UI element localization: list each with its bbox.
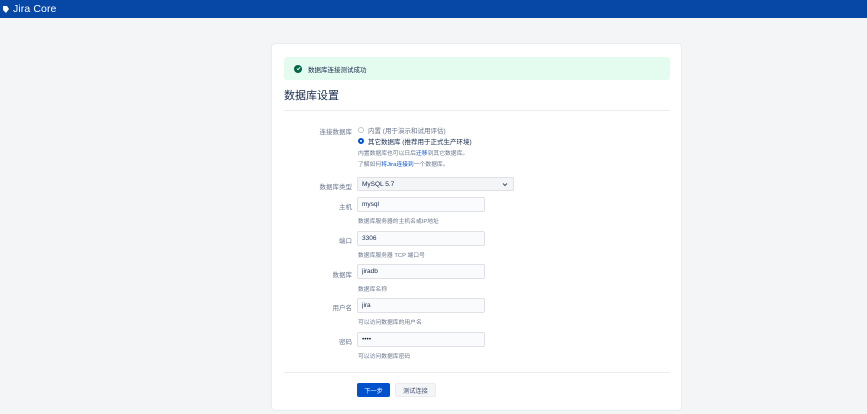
db-type-value: MySQL 5.7 (362, 180, 395, 188)
test-connection-button[interactable]: 测试连接 (395, 383, 436, 397)
migration-help-prefix: 内置数据库也可以日后 (358, 151, 416, 157)
setup-panel: 数据库连接测试成功 数据库设置 连接数据库 内置 (用于演示和试用评估) 其它数… (272, 44, 681, 410)
footer-divider (284, 372, 670, 373)
host-label: 主机 (339, 204, 352, 211)
success-text: 数据库连接测试成功 (308, 66, 367, 74)
radio-other-label: 其它数据库 (推荐用于正式生产环境) (368, 139, 472, 146)
product-name[interactable]: Jira Core (13, 3, 57, 15)
divider (284, 110, 670, 111)
learn-help-suffix: 一个数据库。 (413, 162, 449, 168)
host-input[interactable] (357, 197, 485, 212)
db-type-label: 数据库类型 (319, 184, 353, 191)
username-input[interactable] (357, 298, 485, 313)
success-message: 数据库连接测试成功 (284, 57, 670, 80)
check-circle-icon (294, 64, 302, 73)
database-label: 数据库 (332, 272, 353, 279)
top-navigation-bar: Jira Core (0, 0, 867, 18)
database-help: 数据库名称 (358, 287, 387, 293)
migrate-link[interactable]: 迁移 (416, 151, 428, 157)
chevron-down-icon (502, 183, 508, 187)
page-title: 数据库设置 (284, 90, 339, 102)
radio-other-circle[interactable] (358, 138, 364, 144)
password-help: 可以访问数据库密码 (358, 354, 411, 360)
username-label: 用户名 (332, 305, 353, 312)
password-label: 密码 (339, 339, 352, 346)
connect-jira-link[interactable]: 将Jira连接到 (381, 162, 414, 168)
next-button[interactable]: 下一步 (357, 383, 390, 397)
radio-builtin[interactable]: 内置 (用于演示和试用评估) (358, 125, 446, 135)
connection-label: 连接数据库 (319, 129, 353, 136)
host-help: 数据库服务器的主机名或IP地址 (358, 219, 439, 225)
learn-help: 了解如何将Jira连接到一个数据库。 (358, 159, 449, 168)
migration-help: 内置数据库也可以日后迁移到其它数据库。 (358, 148, 468, 157)
port-label: 端口 (339, 238, 352, 245)
jira-logo-icon[interactable] (2, 5, 10, 14)
radio-builtin-label: 内置 (用于演示和试用评估) (368, 128, 446, 135)
username-help: 可以访问数据库的用户名 (358, 320, 422, 326)
radio-builtin-circle[interactable] (358, 127, 364, 133)
migration-help-suffix: 到其它数据库。 (427, 151, 469, 157)
database-input[interactable] (357, 264, 485, 279)
port-input[interactable] (357, 231, 485, 246)
password-input[interactable] (357, 332, 485, 347)
port-help: 数据库服务器 TCP 端口号 (358, 253, 425, 259)
learn-help-prefix: 了解如何 (358, 162, 382, 168)
radio-other[interactable]: 其它数据库 (推荐用于正式生产环境) (358, 136, 472, 146)
db-type-select[interactable]: MySQL 5.7 (357, 177, 514, 191)
